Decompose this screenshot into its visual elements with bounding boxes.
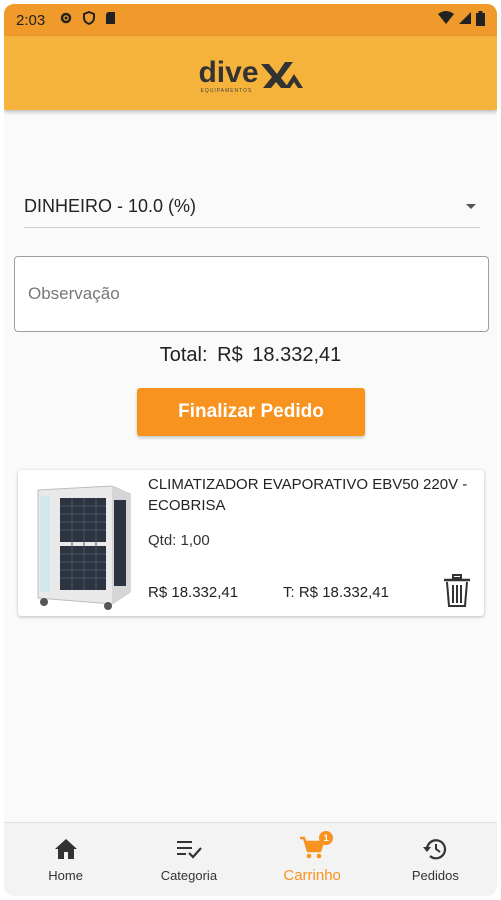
battery-icon xyxy=(476,10,485,30)
quantity-label: Qtd: xyxy=(148,532,177,549)
total-currency: R$ xyxy=(217,344,243,366)
logo-text: dive xyxy=(198,56,259,89)
cart-badge: 1 xyxy=(319,831,334,845)
quantity-value: 1,00 xyxy=(180,532,210,549)
total-label: Total: xyxy=(159,344,208,366)
payment-method-dropdown[interactable]: DINHEIRO - 10.0 (%) xyxy=(24,186,480,228)
category-list-icon xyxy=(176,841,202,859)
unit-price-currency: R$ xyxy=(148,584,168,601)
divex-logo: dive EQUIPAMENTOS xyxy=(198,56,303,94)
signal-icon xyxy=(458,11,472,29)
unit-price: R$ 18.332,41 xyxy=(148,584,238,601)
home-icon xyxy=(54,839,77,859)
logo-x-mark-icon xyxy=(260,62,303,88)
product-name: CLIMATIZADOR EVAPORATIVO EBV50 220V - EC… xyxy=(148,476,468,514)
delete-item-button[interactable] xyxy=(442,574,472,608)
nav-home[interactable]: Home xyxy=(4,823,127,896)
status-right-icons xyxy=(438,10,485,30)
cart-item-card: CLIMATIZADOR EVAPORATIVO EBV50 220V - EC… xyxy=(18,470,484,616)
nav-carrinho[interactable]: 1 Carrinho xyxy=(251,823,374,896)
app-bar: dive EQUIPAMENTOS xyxy=(4,36,497,110)
nav-pedidos-label: Pedidos xyxy=(411,868,459,883)
nav-pedidos[interactable]: Pedidos xyxy=(374,823,497,896)
product-quantity: Qtd: 1,00 xyxy=(148,532,210,549)
settings-status-icon xyxy=(59,11,73,29)
status-time: 2:03 xyxy=(16,11,46,29)
status-bar: 2:03 xyxy=(4,4,497,36)
wifi-icon xyxy=(438,11,454,29)
app-frame: 2:03 dive EQUIPAMENTOS DINHEIRO - 10.0 (… xyxy=(4,4,497,896)
nav-categoria-label: Categoria xyxy=(160,868,218,883)
nav-carrinho-label: Carrinho xyxy=(283,867,341,884)
history-icon xyxy=(423,839,447,860)
item-total: T: R$ 18.332,41 xyxy=(283,584,389,601)
item-total-prefix: T: R$ xyxy=(283,584,319,601)
dropdown-arrow-icon xyxy=(466,204,476,209)
unit-price-value: 18.332,41 xyxy=(171,584,239,601)
product-image xyxy=(30,480,140,610)
order-total: Total: R$ 18.332,41 xyxy=(4,344,497,367)
logo-subtitle: EQUIPAMENTOS xyxy=(200,88,253,94)
trash-icon xyxy=(444,574,470,607)
total-amount: 18.332,41 xyxy=(252,344,342,366)
finalize-order-button[interactable]: Finalizar Pedido xyxy=(137,388,365,436)
nav-home-label: Home xyxy=(48,868,83,883)
nav-categoria[interactable]: Categoria xyxy=(127,823,250,896)
item-total-value: 18.332,41 xyxy=(322,584,389,601)
sdcard-status-icon xyxy=(105,11,116,29)
shield-status-icon xyxy=(83,10,96,29)
payment-method-value: DINHEIRO - 10.0 (%) xyxy=(24,196,197,216)
bottom-navigation: Home Categoria 1 Carrinho Pedidos xyxy=(4,822,497,896)
observation-input[interactable] xyxy=(14,256,489,332)
